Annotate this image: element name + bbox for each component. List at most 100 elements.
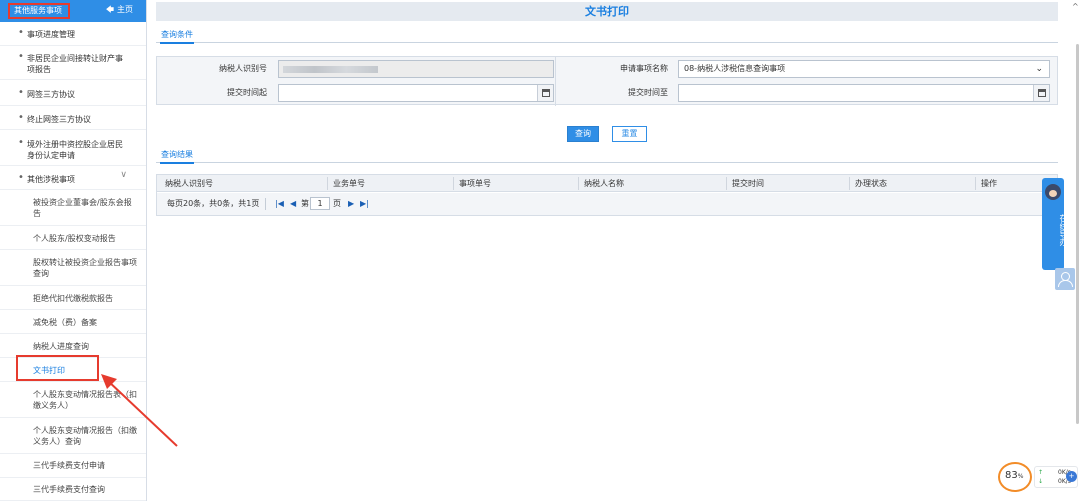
sidebar-subitem-fee-apply[interactable]: 三代手续费支付申请 <box>0 454 146 478</box>
sidebar-item-sign-agreement[interactable]: • 网签三方协议 <box>0 80 146 106</box>
item-name-select[interactable]: 08-纳税人涉税信息查询事项 ⌄ <box>678 60 1050 78</box>
sidebar-item-indirect-transfer[interactable]: • 非居民企业间接转让财产事项报告 <box>0 46 146 80</box>
item-name-label: 申请事项名称 <box>620 64 668 73</box>
pager-divider <box>265 198 266 210</box>
query-form: 纳税人识别号 申请事项名称 08-纳税人涉税信息查询事项 ⌄ 提交时间起 提交时… <box>156 56 1058 106</box>
sidebar-item-other-tax[interactable]: • 其他涉税事项 ∨ <box>0 166 146 190</box>
submit-from-input[interactable] <box>278 84 554 102</box>
sidebar-subitem-label: 被投资企业董事会/股东会报告 <box>33 198 132 218</box>
pager-summary: 每页20条，共0条，共1页 <box>167 199 260 208</box>
column-divider <box>975 177 976 190</box>
chevron-down-icon[interactable]: ∨ <box>120 170 127 180</box>
page-number-input[interactable]: 1 <box>310 197 330 210</box>
sidebar-subitem-label: 三代手续费支付申请 <box>33 461 105 470</box>
sidebar-subitem-shareholder-change[interactable]: 个人股东/股权变动报告 <box>0 226 146 250</box>
home-label: 主页 <box>117 5 133 14</box>
bullet-icon: • <box>18 172 24 183</box>
column-header: 纳税人识别号 <box>165 179 213 188</box>
calendar-icon[interactable] <box>1033 85 1049 101</box>
column-divider <box>453 177 454 190</box>
sidebar-title: 其他服务事项 <box>8 3 70 19</box>
prev-page-icon[interactable]: ◀ <box>290 199 296 209</box>
home-arrow-icon: 🡄 <box>105 5 114 14</box>
sidebar-item-label: 非居民企业间接转让财产事项报告 <box>27 54 123 74</box>
tab-query-conditions[interactable]: 查询条件 <box>160 29 194 44</box>
page-title: 文书打印 <box>585 5 629 18</box>
sidebar-subitem-label: 减免税（费）备案 <box>33 318 97 327</box>
redacted-value <box>283 66 378 73</box>
sidebar-subitem-fee-query[interactable]: 三代手续费支付查询 <box>0 478 146 501</box>
highlight-box <box>16 355 99 381</box>
sidebar-subitem-refuse-withholding[interactable]: 拒绝代扣代缴税款报告 <box>0 286 146 310</box>
plus-badge-icon[interactable]: + <box>1066 471 1077 482</box>
user-icon[interactable] <box>1055 268 1075 290</box>
column-divider <box>726 177 727 190</box>
sidebar-item-label: 终止网签三方协议 <box>27 115 91 124</box>
submit-from-label: 提交时间起 <box>227 88 267 97</box>
results-table: 纳税人识别号 业务单号 事项单号 纳税人名称 提交时间 办理状态 操作 每页20… <box>156 174 1058 216</box>
sidebar-subitem-equity-transfer-query[interactable]: 股权转让被投资企业报告事项查询 <box>0 250 146 286</box>
calendar-icon[interactable] <box>537 85 553 101</box>
table-header: 纳税人识别号 业务单号 事项单号 纳税人名称 提交时间 办理状态 操作 <box>157 175 1057 192</box>
query-tab-row: 查询条件 <box>156 27 1058 44</box>
network-speed-widget: 83% ↑ 0K/s ↓ 0K/s + <box>998 462 1078 492</box>
sidebar-subitem-tax-exemption[interactable]: 减免税（费）备案 <box>0 310 146 334</box>
home-button[interactable]: 🡄 主页 <box>106 0 133 22</box>
main-content: 文书打印 查询条件 纳税人识别号 申请事项名称 08-纳税人涉税信息查询事项 ⌄… <box>156 0 1058 501</box>
speed-percent-value: 83 <box>1005 470 1018 481</box>
tab-query-results[interactable]: 查询结果 <box>160 149 194 164</box>
online-guide-button[interactable]: 在线导办 <box>1042 178 1068 270</box>
column-divider <box>578 177 579 190</box>
sidebar-subitem-label: 纳税人进度查询 <box>33 342 89 351</box>
scroll-up-icon[interactable]: ^ <box>1072 2 1079 11</box>
submit-to-label: 提交时间至 <box>628 88 668 97</box>
taxpayer-id-field <box>278 60 554 78</box>
sidebar-item-resident-identity[interactable]: • 境外注册中资控股企业居民身份认定申请 <box>0 130 146 166</box>
sidebar-subitem-label: 个人股东/股权变动报告 <box>33 234 116 243</box>
upload-arrow-icon: ↑ <box>1038 469 1044 476</box>
bullet-icon: • <box>18 51 24 62</box>
bullet-icon: • <box>18 87 24 98</box>
next-page-icon[interactable]: ▶ <box>348 199 354 209</box>
bullet-icon: • <box>18 137 24 148</box>
bullet-icon: • <box>18 112 24 123</box>
assistant-avatar-icon <box>1045 184 1061 200</box>
form-divider <box>555 57 556 106</box>
query-button[interactable]: 查询 <box>567 126 599 142</box>
sidebar-header: 其他服务事项 🡄 主页 <box>0 0 146 22</box>
sidebar-item-label: 境外注册中资控股企业居民身份认定申请 <box>27 140 123 160</box>
sidebar-subitem-label: 拒绝代扣代缴税款报告 <box>33 294 113 303</box>
sidebar-subitem-label: 股权转让被投资企业报告事项查询 <box>33 258 137 278</box>
reset-button[interactable]: 重置 <box>612 126 647 142</box>
pagination-bar: 每页20条，共0条，共1页 |◀ ◀ 第 1 页 ▶ ▶| <box>157 193 1057 215</box>
page-suffix: 页 <box>333 199 341 208</box>
online-guide-label: 在线导办 <box>1059 214 1068 246</box>
download-arrow-icon: ↓ <box>1038 478 1044 485</box>
taxpayer-id-label: 纳税人识别号 <box>219 64 267 73</box>
bullet-icon: • <box>18 27 24 38</box>
item-name-value: 08-纳税人涉税信息查询事项 <box>684 64 786 73</box>
submit-to-input[interactable] <box>678 84 1050 102</box>
column-header: 纳税人名称 <box>584 179 624 188</box>
column-header: 业务单号 <box>333 179 365 188</box>
sidebar-item-label: 事项进度管理 <box>27 30 75 39</box>
result-tab-row: 查询结果 <box>156 147 1058 164</box>
sidebar-item-progress[interactable]: • 事项进度管理 <box>0 22 146 46</box>
form-row-1: 纳税人识别号 申请事项名称 08-纳税人涉税信息查询事项 ⌄ <box>157 57 1057 81</box>
column-divider <box>327 177 328 190</box>
page-prefix: 第 <box>301 199 309 208</box>
speed-percent: 83% <box>1005 470 1023 481</box>
sidebar-item-terminate-agreement[interactable]: • 终止网签三方协议 <box>0 106 146 130</box>
column-header: 事项单号 <box>459 179 491 188</box>
chevron-down-icon: ⌄ <box>1035 64 1043 74</box>
scrollbar-thumb[interactable] <box>1076 44 1079 424</box>
sidebar-subitem-board-report[interactable]: 被投资企业董事会/股东会报告 <box>0 190 146 226</box>
column-header: 提交时间 <box>732 179 764 188</box>
page-title-bar: 文书打印 <box>156 2 1058 21</box>
column-divider <box>849 177 850 190</box>
form-row-2: 提交时间起 提交时间至 <box>157 81 1057 105</box>
speed-percent-unit: % <box>1017 473 1024 480</box>
sidebar-item-label: 网签三方协议 <box>27 90 75 99</box>
first-page-icon[interactable]: |◀ <box>275 199 284 209</box>
last-page-icon[interactable]: ▶| <box>360 199 369 209</box>
